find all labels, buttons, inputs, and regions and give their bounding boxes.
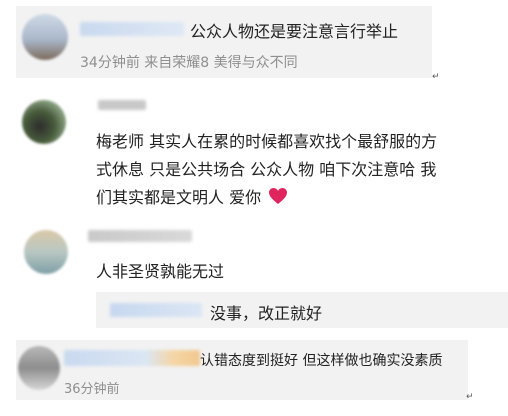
paragraph-mark: ↵ [432, 72, 440, 82]
comment-card-2: 梅老师 其实人在累的时候都喜欢找个最舒服的方 式休息 只是公共场合 公众人物 咱… [16, 90, 506, 220]
comment-text-line-3: 们其实都是文明人 爱你 [96, 184, 288, 208]
username-blurred[interactable] [98, 100, 146, 110]
username-blurred[interactable] [80, 22, 184, 36]
comment-card-3: 人非圣贤孰能无过 没事，改正就好 [16, 222, 508, 334]
comment-meta: 36分钟前 [64, 382, 120, 397]
user-avatar[interactable] [18, 346, 60, 390]
comment-text: 人非圣贤孰能无过 [96, 262, 225, 281]
heart-emoji-icon [269, 188, 288, 204]
username-blurred[interactable] [88, 230, 192, 242]
username-blurred[interactable] [64, 350, 200, 366]
comment-text: 们其实都是文明人 爱你 [96, 188, 262, 207]
reply-text: 没事，改正就好 [210, 304, 323, 323]
comment-card-1: 公众人物还是要注意言行举止 34分钟前 来自荣耀8 美得与众不同 [16, 6, 432, 78]
user-avatar[interactable] [22, 14, 68, 60]
user-avatar[interactable] [22, 100, 66, 144]
comment-text-line-2: 式休息 只是公共场合 公众人物 咱下次注意哈 我 [96, 160, 437, 179]
comment-text: 公众人物还是要注意言行举止 [190, 22, 399, 41]
reply-username-blurred[interactable] [110, 303, 202, 317]
paragraph-mark: ↵ [466, 392, 474, 402]
reply-box: 没事，改正就好 [96, 292, 508, 328]
comment-text: 认错态度到挺好 但这样做也确实没素质 [200, 353, 443, 369]
comment-text-line-1: 梅老师 其实人在累的时候都喜欢找个最舒服的方 [96, 132, 438, 151]
user-avatar[interactable] [24, 230, 68, 274]
comment-meta: 34分钟前 来自荣耀8 美得与众不同 [80, 55, 298, 71]
comment-card-4: 认错态度到挺好 但这样做也确实没素质 36分钟前 [16, 340, 468, 400]
